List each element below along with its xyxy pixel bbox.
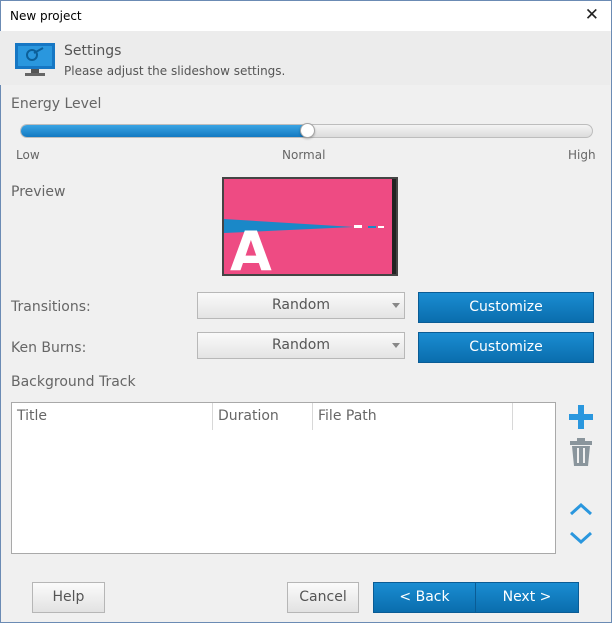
ken-burns-value: Random	[272, 337, 330, 353]
ken-burns-dropdown[interactable]: Random	[197, 332, 405, 359]
energy-high-label: High	[568, 148, 596, 162]
monitor-icon	[15, 43, 55, 76]
ken-burns-customize-button[interactable]: Customize	[418, 332, 594, 363]
window-title: New project	[10, 9, 82, 23]
background-track-label: Background Track	[11, 374, 136, 390]
cancel-button[interactable]: Cancel	[287, 582, 359, 613]
energy-slider-fill	[21, 125, 307, 137]
column-header-file-path[interactable]: File Path	[313, 403, 513, 430]
background-track-table[interactable]: Title Duration File Path	[11, 402, 556, 554]
transitions-dropdown[interactable]: Random	[197, 292, 405, 319]
next-button[interactable]: Next >	[475, 582, 579, 613]
column-header-title[interactable]: Title	[12, 403, 213, 430]
header-title: Settings	[64, 43, 122, 59]
close-icon[interactable]: ✕	[585, 5, 599, 25]
chevron-down-icon	[392, 303, 400, 308]
energy-normal-label: Normal	[282, 148, 326, 162]
preview-thumbnail: A	[222, 177, 398, 276]
preview-edge	[392, 179, 396, 274]
trash-icon[interactable]	[568, 437, 594, 467]
add-icon[interactable]	[568, 404, 594, 430]
header-subtitle: Please adjust the slideshow settings.	[64, 64, 286, 78]
energy-low-label: Low	[16, 148, 40, 162]
transitions-customize-button[interactable]: Customize	[418, 292, 594, 323]
preview-letter: A	[230, 220, 272, 276]
column-header-duration[interactable]: Duration	[213, 403, 313, 430]
move-down-icon[interactable]	[568, 529, 594, 547]
move-up-icon[interactable]	[568, 500, 594, 518]
ken-burns-label: Ken Burns:	[11, 340, 87, 356]
transitions-label: Transitions:	[11, 299, 91, 315]
energy-level-label: Energy Level	[11, 96, 102, 112]
back-button[interactable]: < Back	[373, 582, 476, 613]
transitions-value: Random	[272, 297, 330, 313]
header-banner: Settings Please adjust the slideshow set…	[0, 31, 610, 85]
energy-slider-thumb[interactable]	[299, 123, 315, 138]
preview-label: Preview	[11, 184, 66, 200]
help-button[interactable]: Help	[32, 582, 105, 613]
title-bar: New project ✕	[0, 0, 612, 31]
chevron-down-icon	[392, 343, 400, 348]
